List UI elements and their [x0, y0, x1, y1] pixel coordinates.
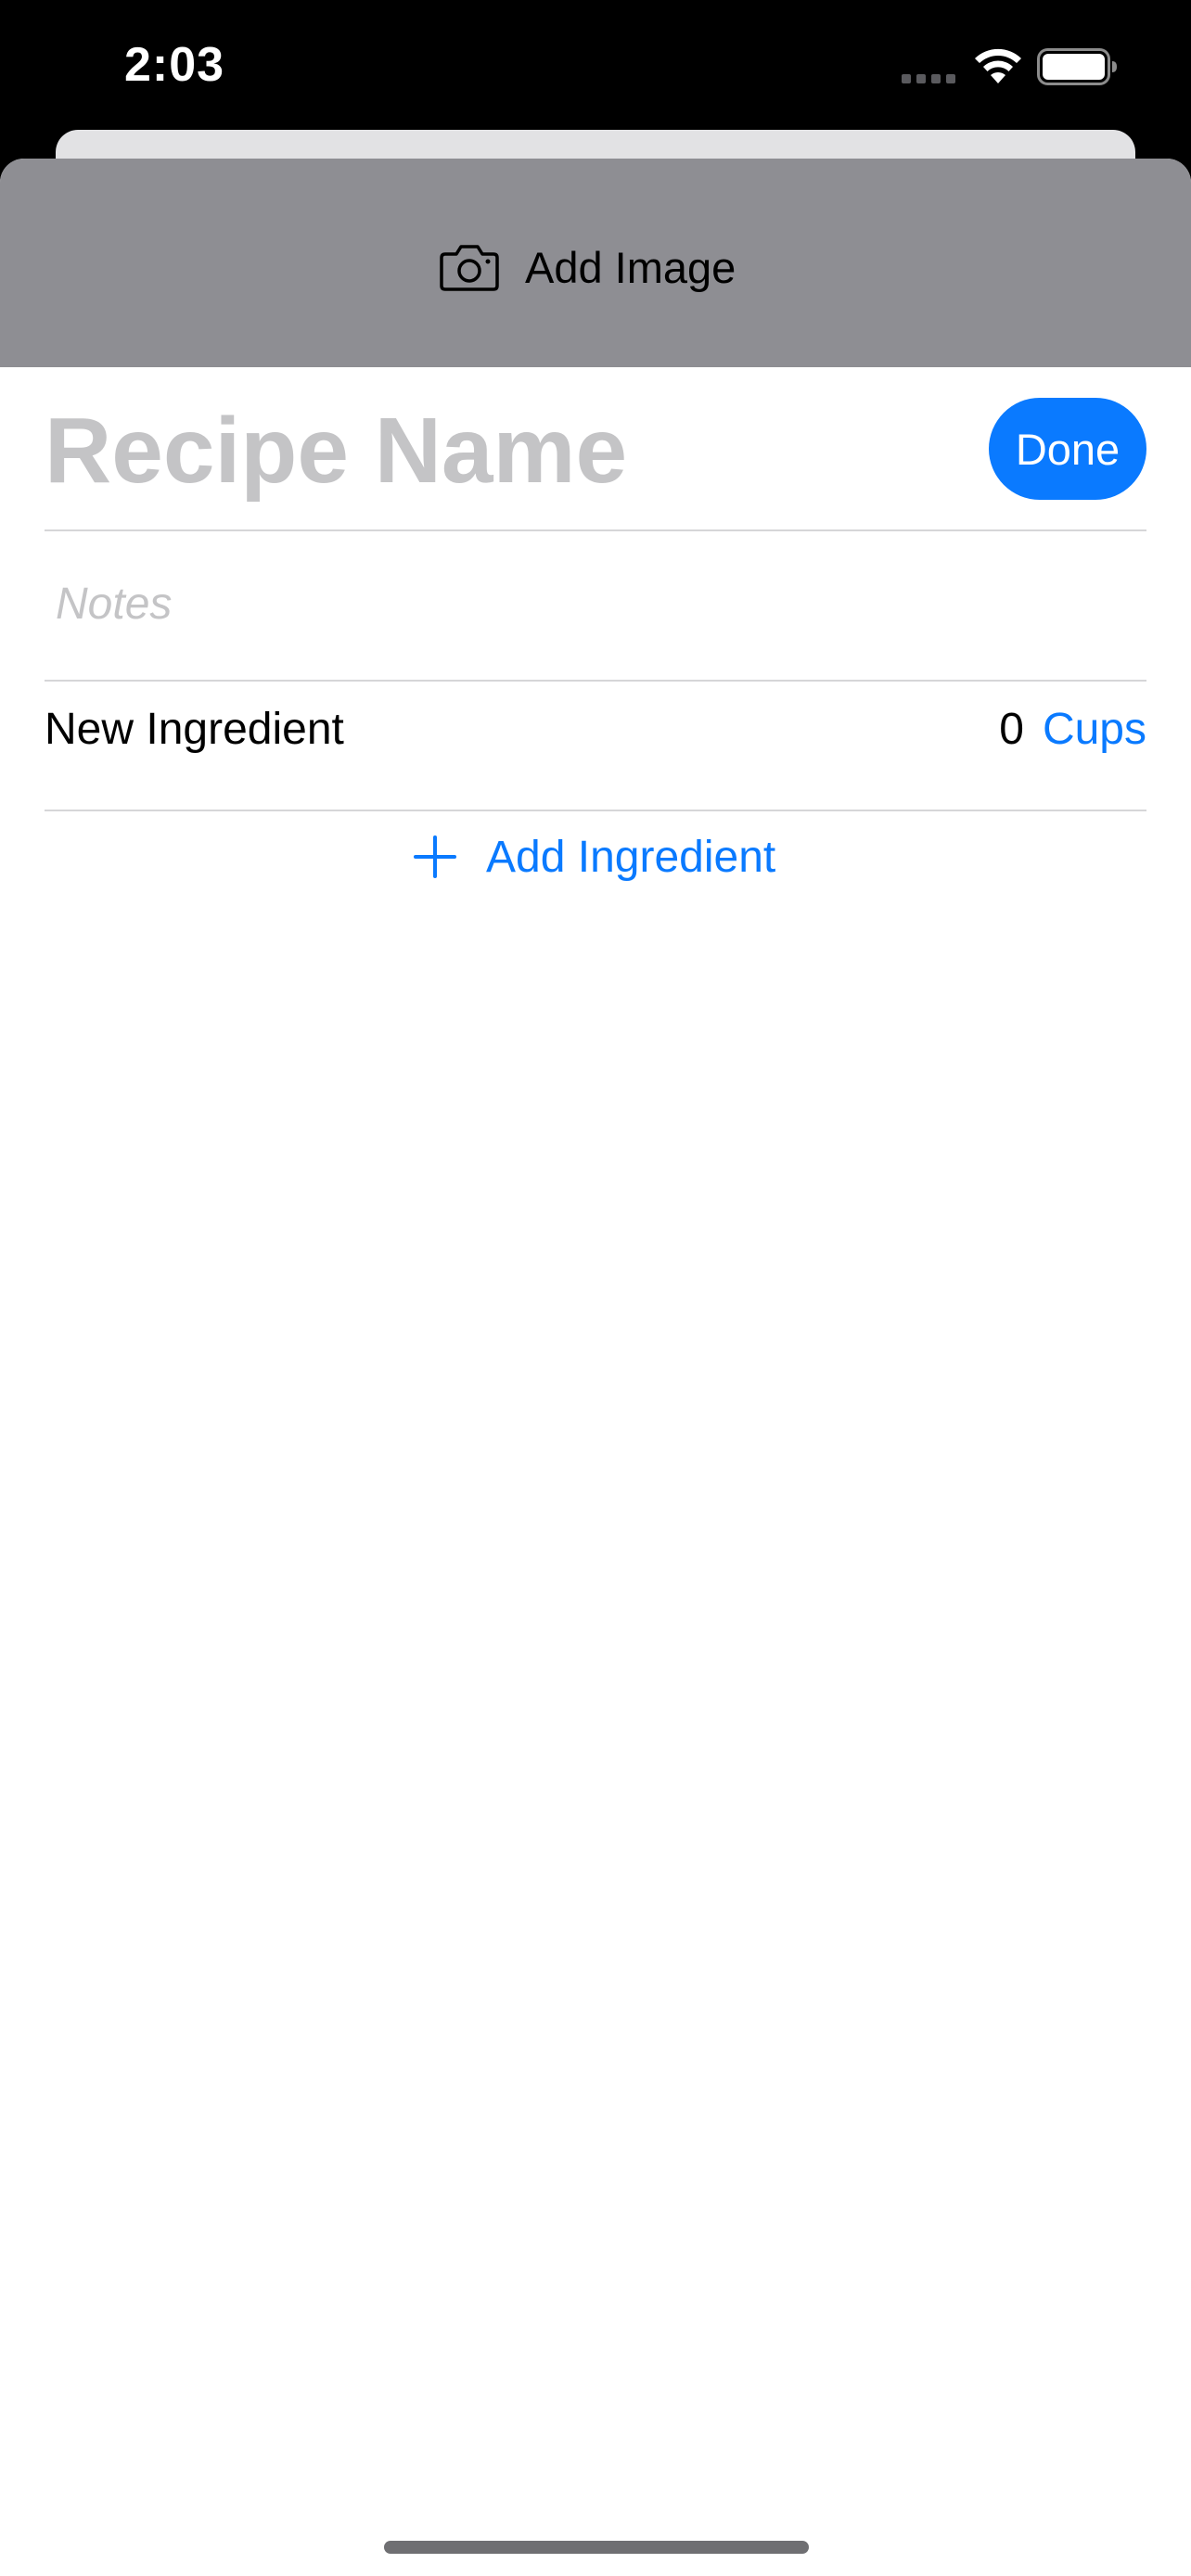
wifi-icon — [975, 48, 1021, 83]
done-button[interactable]: Done — [989, 398, 1146, 500]
notes-field[interactable] — [56, 567, 1132, 641]
recipe-editor-sheet: Add Image Done New Ingredient 0 Cups Add… — [0, 159, 1191, 2576]
ingredient-unit-button[interactable]: Cups — [1043, 704, 1146, 755]
home-indicator[interactable] — [384, 2541, 809, 2554]
recipe-name-input[interactable] — [45, 390, 935, 511]
add-ingredient-label: Add Ingredient — [486, 832, 776, 882]
battery-icon — [1037, 48, 1117, 85]
divider — [45, 680, 1146, 682]
add-image-button[interactable]: Add Image — [440, 235, 736, 300]
cellular-signal-icon — [902, 74, 955, 83]
plus-icon — [414, 835, 456, 878]
divider — [45, 529, 1146, 531]
add-ingredient-button[interactable]: Add Ingredient — [414, 824, 775, 889]
screen: 2:03 Add Image Done — [0, 0, 1191, 2576]
image-header: Add Image — [0, 159, 1191, 367]
camera-icon — [440, 245, 499, 291]
ingredient-name[interactable]: New Ingredient — [45, 704, 344, 755]
status-time: 2:03 — [124, 38, 225, 92]
divider — [45, 810, 1146, 811]
add-image-label: Add Image — [525, 242, 736, 292]
ingredient-row[interactable]: New Ingredient 0 Cups — [45, 687, 1146, 771]
ingredient-quantity[interactable]: 0 — [999, 704, 1024, 755]
